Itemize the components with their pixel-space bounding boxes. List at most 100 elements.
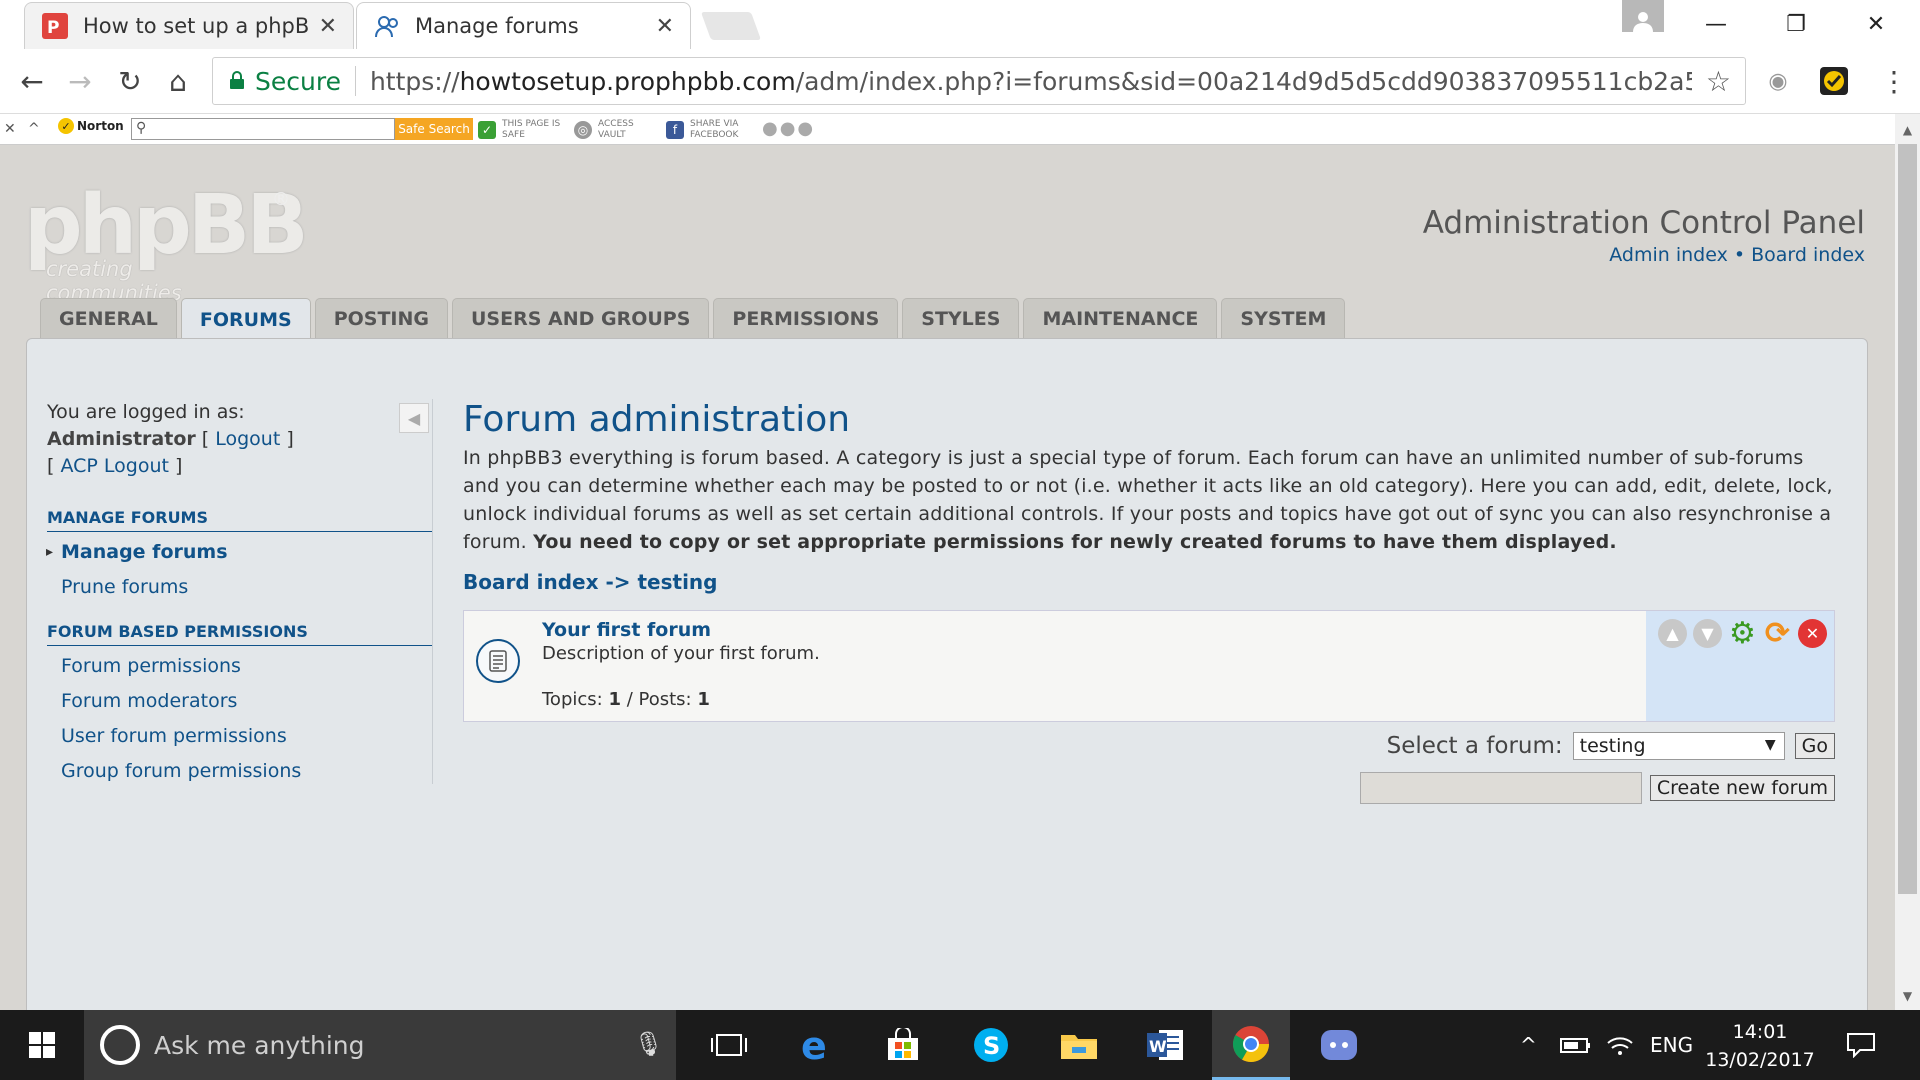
profile-icon[interactable] xyxy=(1622,0,1664,32)
home-icon[interactable]: ⌂ xyxy=(156,59,200,103)
forum-controls: Select a forum: testing ▼ Go Create new … xyxy=(463,732,1835,822)
forum-row: Your first forum Description of your fir… xyxy=(463,610,1835,722)
edit-gear-icon[interactable]: ⚙ xyxy=(1728,616,1757,651)
edge-icon[interactable]: e xyxy=(778,1010,856,1080)
bookmark-star-icon[interactable]: ☆ xyxy=(1706,65,1731,98)
intro-text: In phpBB3 everything is forum based. A c… xyxy=(463,444,1835,556)
sidebar-item-user-forum-permissions[interactable]: User forum permissions xyxy=(47,718,432,753)
tab-close-icon[interactable]: ✕ xyxy=(656,14,674,39)
browser-tab-howto[interactable]: P How to set up a phpBB F ✕ xyxy=(24,2,354,49)
admin-index-link[interactable]: Admin index xyxy=(1609,244,1728,266)
more-dots-icon[interactable]: ●●● xyxy=(762,118,815,139)
windows-start-icon[interactable] xyxy=(0,1010,84,1080)
chrome-icon[interactable] xyxy=(1212,1010,1290,1080)
forum-name-link[interactable]: Your first forum xyxy=(542,619,711,641)
scroll-up-icon[interactable]: ▲ xyxy=(1895,120,1920,140)
phpbb-logo[interactable]: phpBB ® creating communities xyxy=(24,178,309,306)
forum-description: Description of your first forum. xyxy=(542,643,820,664)
norton-search-input[interactable]: ⚲ xyxy=(131,118,395,140)
tab-styles[interactable]: STYLES xyxy=(902,298,1020,338)
sidebar-item-forum-permissions[interactable]: Forum permissions xyxy=(47,648,432,683)
create-new-forum-button[interactable]: Create new forum xyxy=(1649,775,1835,801)
sidebar-item-forum-moderators[interactable]: Forum moderators xyxy=(47,683,432,718)
delete-icon[interactable]: ✕ xyxy=(1798,619,1827,648)
forum-select[interactable]: testing ▼ xyxy=(1572,732,1785,760)
sidebar-item-prune-forums[interactable]: Prune forums xyxy=(47,569,432,604)
forward-icon[interactable]: → xyxy=(58,59,102,103)
restore-icon[interactable]: ❐ xyxy=(1756,0,1836,49)
sidebar-item-group-forum-permissions[interactable]: Group forum permissions xyxy=(47,753,432,788)
collapse-sidebar-icon[interactable]: ◀ xyxy=(399,403,429,433)
tab-close-icon[interactable]: ✕ xyxy=(319,14,337,39)
cortana-search[interactable]: Ask me anything 🎙 xyxy=(84,1010,676,1080)
battery-icon[interactable] xyxy=(1560,1010,1592,1080)
select-forum-label: Select a forum: xyxy=(1386,733,1563,759)
sidebar-item-manage-forums[interactable]: Manage forums xyxy=(46,534,432,569)
logout-link[interactable]: Logout xyxy=(215,428,280,450)
search-icon: ⚲ xyxy=(136,120,147,136)
cortana-placeholder: Ask me anything xyxy=(154,1030,365,1060)
page-safe-line1: THIS PAGE IS xyxy=(502,119,561,129)
tab-maintenance[interactable]: MAINTENANCE xyxy=(1023,298,1218,338)
tab-system[interactable]: SYSTEM xyxy=(1221,298,1346,338)
tab-forums[interactable]: FORUMS xyxy=(180,298,311,340)
extension-circle-icon[interactable]: ◉ xyxy=(1756,59,1800,103)
system-clock[interactable]: 14:01 13/02/2017 xyxy=(1700,1018,1820,1074)
page-safe-indicator[interactable]: ✓ THIS PAGE IS SAFE xyxy=(478,117,564,143)
new-forum-name-input[interactable] xyxy=(1359,772,1642,804)
browser-tab-manage-forums[interactable]: Manage forums ✕ xyxy=(356,2,691,49)
access-vault-button[interactable]: ◎ ACCESS VAULT xyxy=(574,117,660,143)
logo-text: phpBB xyxy=(24,178,309,273)
reload-icon[interactable]: ↻ xyxy=(108,59,152,103)
tab-general[interactable]: GENERAL xyxy=(40,298,177,338)
norton-logo: ✓ Norton xyxy=(58,118,124,134)
microphone-icon[interactable]: 🎙 xyxy=(634,1030,664,1058)
move-down-icon[interactable]: ▼ xyxy=(1693,619,1722,648)
collapse-toolbar-icon[interactable]: ^ xyxy=(28,121,40,137)
task-view-icon[interactable] xyxy=(690,1010,768,1080)
posts-label: Posts: xyxy=(638,689,692,710)
action-center-icon[interactable] xyxy=(1846,1010,1876,1080)
tab-permissions[interactable]: PERMISSIONS xyxy=(713,298,899,338)
language-indicator[interactable]: ENG xyxy=(1650,1010,1693,1080)
menu-icon[interactable]: ⋮ xyxy=(1872,59,1916,103)
skype-icon[interactable]: S xyxy=(952,1010,1030,1080)
users-favicon-icon xyxy=(373,12,401,40)
norton-extension-icon[interactable] xyxy=(1812,59,1856,103)
file-explorer-icon[interactable] xyxy=(1040,1010,1118,1080)
go-button[interactable]: Go xyxy=(1794,733,1835,759)
minimize-icon[interactable]: — xyxy=(1676,0,1756,49)
link-separator: • xyxy=(1733,244,1746,266)
svg-text:S: S xyxy=(983,1032,1000,1060)
new-tab-button[interactable] xyxy=(700,12,762,40)
scroll-down-icon[interactable]: ▼ xyxy=(1895,986,1920,1006)
forum-select-value: testing xyxy=(1579,735,1646,757)
safe-check-icon: ✓ xyxy=(478,121,496,139)
resync-icon[interactable]: ⟳ xyxy=(1763,616,1792,651)
tab-users-and-groups[interactable]: USERS AND GROUPS xyxy=(451,298,710,338)
wifi-icon[interactable] xyxy=(1606,1010,1634,1080)
address-bar[interactable]: Secure https://howtosetup.prophpbb.com/a… xyxy=(212,57,1746,105)
move-up-icon[interactable]: ▲ xyxy=(1658,619,1687,648)
show-hidden-icons[interactable]: ^ xyxy=(1520,1010,1537,1080)
close-toolbar-icon[interactable]: ✕ xyxy=(4,121,16,137)
browser-tab-title: How to set up a phpBB F xyxy=(83,14,311,38)
acp-tabs: GENERAL FORUMS POSTING USERS AND GROUPS … xyxy=(40,298,1346,340)
back-icon[interactable]: ← xyxy=(10,59,54,103)
share-facebook-line1: SHARE VIA xyxy=(690,119,739,129)
word-icon[interactable]: W xyxy=(1126,1010,1204,1080)
acp-logout-link[interactable]: ACP Logout xyxy=(60,455,168,477)
share-facebook-button[interactable]: f SHARE VIA FACEBOOK xyxy=(666,117,752,143)
url-host: howtosetup.prophpbb.com xyxy=(459,66,796,96)
svg-text:P: P xyxy=(47,18,59,38)
discord-icon[interactable] xyxy=(1300,1010,1378,1080)
close-window-icon[interactable]: ✕ xyxy=(1836,0,1916,49)
safe-search-button[interactable]: Safe Search xyxy=(395,118,473,140)
scrollbar-thumb[interactable] xyxy=(1898,144,1917,894)
store-icon[interactable] xyxy=(864,1010,942,1080)
page-scrollbar[interactable]: ▲ ▼ xyxy=(1895,114,1920,1010)
tab-posting[interactable]: POSTING xyxy=(314,298,448,338)
select-forum-row: Select a forum: testing ▼ Go xyxy=(1387,732,1835,760)
breadcrumb[interactable]: Board index -> testing xyxy=(463,570,1835,594)
board-index-link[interactable]: Board index xyxy=(1751,244,1865,266)
